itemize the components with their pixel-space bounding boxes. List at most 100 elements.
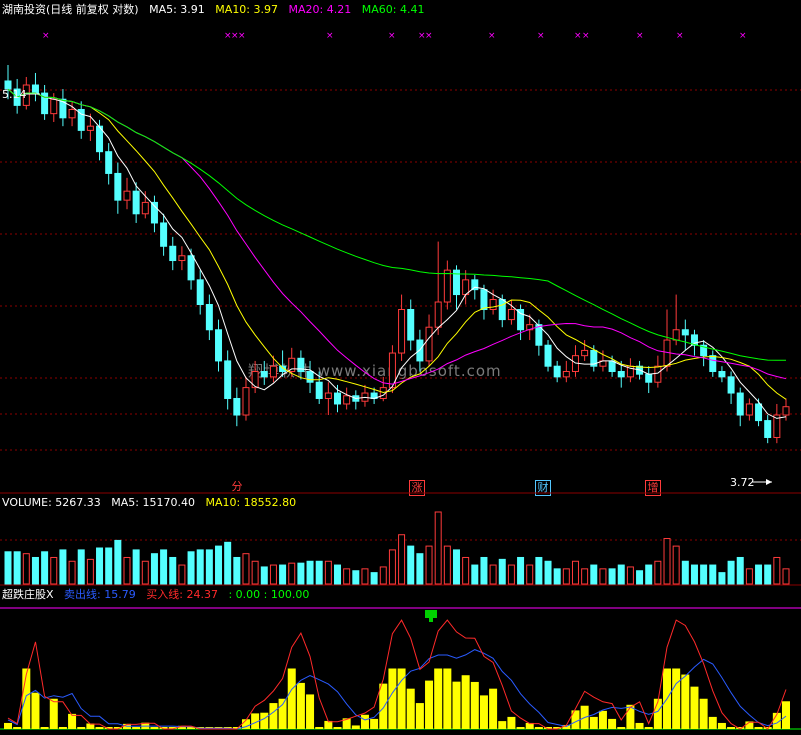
volume-bar-22	[205, 549, 213, 585]
volume-bar-67	[617, 564, 625, 585]
low-price-arrowhead	[766, 479, 772, 485]
volume-bar-14	[132, 549, 140, 585]
volume-bar-0	[4, 551, 12, 585]
indicator-bar-44	[406, 688, 415, 729]
candle-28	[260, 360, 268, 385]
indicator-bar-75	[690, 686, 699, 729]
volume-bar-29	[269, 564, 277, 585]
indicator-bar-49	[452, 681, 461, 729]
volume-bar-26	[242, 553, 250, 585]
indicator-bar-36	[333, 727, 342, 729]
candle-21	[196, 270, 204, 315]
price-grid	[0, 89, 801, 451]
volume-bar-57	[526, 564, 534, 585]
top-marker-8: ×	[425, 31, 433, 41]
volume-bar-52	[480, 556, 488, 585]
indicator-bar-7	[68, 713, 77, 729]
candle-84	[773, 403, 781, 444]
low-price-label: 3.72	[730, 476, 755, 489]
candle-22	[205, 294, 213, 341]
volume-bar-51	[471, 564, 479, 585]
volume-bar-27	[251, 560, 259, 585]
volume-bar-18	[169, 556, 177, 585]
indicator-bar-79	[727, 727, 736, 729]
indicator-bar-66	[608, 718, 617, 729]
volume-bar-4	[41, 551, 49, 585]
volume-bar-33	[306, 560, 314, 585]
candle-59	[544, 340, 552, 372]
candle-74	[681, 319, 689, 351]
candle-23	[215, 319, 223, 372]
top-marker-15: ×	[739, 31, 747, 41]
volume-bar-62	[571, 560, 579, 585]
indicator-bar-34	[315, 727, 324, 729]
indicator-bar-2	[22, 668, 31, 729]
volume-bar-71	[654, 560, 662, 585]
volume-bar-21	[196, 549, 204, 585]
candle-70	[645, 366, 653, 394]
volume-bar-3	[31, 556, 39, 585]
top-marker-11: ×	[574, 31, 582, 41]
volume-bar-42	[388, 549, 396, 585]
volume-bar-37	[343, 568, 351, 585]
volume-bar-36	[334, 564, 342, 585]
candle-83	[764, 415, 772, 444]
candle-56	[517, 304, 525, 341]
candle-48	[443, 260, 451, 310]
volume-bar-17	[160, 549, 168, 585]
candle-78	[718, 366, 726, 383]
indicator-bar-47	[434, 668, 443, 729]
candle-6	[59, 89, 67, 127]
candle-76	[700, 340, 708, 367]
candle-80	[736, 387, 744, 427]
volume-bar-80	[736, 556, 744, 585]
indicator-bar-78	[717, 722, 726, 729]
volume-bar-7	[68, 560, 76, 585]
indicator-bar-30	[278, 698, 287, 729]
candle-9	[86, 113, 94, 141]
volume-bar-59	[544, 560, 552, 585]
indicator-bar-33	[306, 694, 315, 729]
volume-bar-31	[288, 562, 296, 585]
candle-60	[553, 360, 561, 383]
top-marker-9: ×	[488, 31, 496, 41]
volume-bar-60	[553, 568, 561, 585]
volume-bar-15	[141, 560, 149, 585]
volume-bar-46	[425, 545, 433, 585]
stock-chart[interactable]: × × × × × × × × × × × × × × × 5.14 3.72	[0, 0, 801, 735]
candle-27	[251, 360, 259, 394]
indicator-bar-55	[507, 716, 516, 729]
candle-43	[398, 294, 406, 361]
volume-bar-65	[599, 568, 607, 585]
volume-bar-85	[782, 568, 790, 585]
volume-bar-48	[443, 545, 451, 585]
volume-bar-84	[773, 556, 781, 585]
moving-average-lines	[7, 88, 787, 419]
indicator-bar-16	[150, 727, 159, 729]
volume-bar-11	[105, 547, 113, 585]
volume-bar-13	[123, 556, 131, 585]
volume-bar-82	[755, 564, 763, 585]
candle-68	[626, 358, 634, 383]
volume-bar-1	[13, 551, 21, 585]
indicator-bar-14	[132, 727, 141, 729]
candle-15	[141, 191, 149, 219]
candle-77	[709, 350, 717, 377]
candle-55	[507, 299, 515, 325]
candle-19	[178, 246, 186, 271]
volume-bar-23	[215, 545, 223, 585]
volume-bar-20	[187, 551, 195, 585]
indicator-bar-77	[708, 716, 717, 729]
volume-bar-76	[700, 564, 708, 585]
indicator-bar-10	[95, 727, 104, 729]
candle-38	[352, 390, 360, 410]
volume-bar-45	[416, 553, 424, 585]
candle-81	[745, 398, 753, 421]
volume-bars	[4, 511, 790, 585]
indicator-bar-29	[269, 703, 278, 729]
top-marker-6: ×	[388, 31, 396, 41]
indicator-bar-51	[470, 681, 479, 729]
volume-bar-28	[260, 566, 268, 585]
candle-72	[663, 309, 671, 372]
candle-47	[434, 241, 442, 335]
